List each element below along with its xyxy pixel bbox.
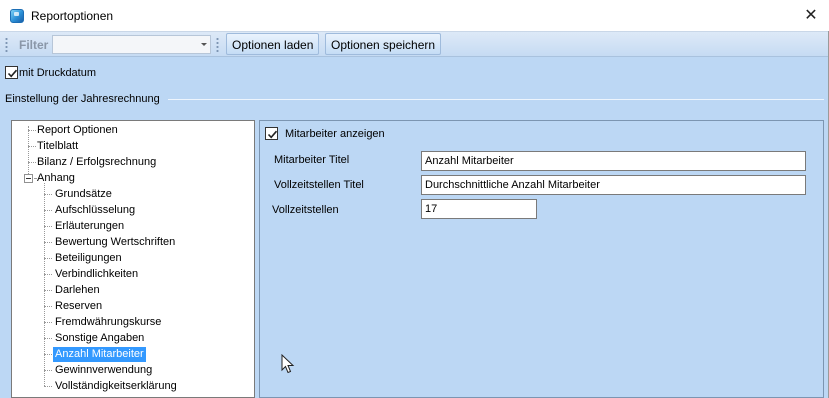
print-date-label: mit Druckdatum	[19, 67, 97, 79]
tree-connector	[44, 226, 52, 227]
tree-item-fremdwaehrungskurse[interactable]: Fremdwährungskurse	[55, 315, 161, 330]
show-employees-checkbox[interactable]	[265, 127, 278, 140]
tree-item-anhang[interactable]: Anhang	[37, 171, 75, 186]
fte-title-input[interactable]: Durchschnittliche Anzahl Mitarbeiter	[421, 175, 806, 195]
tree-connector	[44, 354, 52, 355]
filter-combobox[interactable]	[52, 35, 211, 54]
close-button[interactable]: ✕	[801, 5, 821, 25]
tree-connector	[44, 370, 52, 371]
toolbar: Filter Optionen laden Optionen speichern	[0, 31, 828, 57]
tree-connector	[28, 146, 36, 147]
fte-title-label: Vollzeitstellen Titel	[274, 179, 364, 191]
save-options-button[interactable]: Optionen speichern	[325, 33, 442, 55]
tree-item-vollstaendigkeitserklaerung[interactable]: Vollständigkeitserklärung	[55, 379, 177, 394]
report-options-dialog: Reportoptionen ✕ Filter Optionen laden O…	[0, 0, 829, 398]
show-employees-label: Mitarbeiter anzeigen	[285, 128, 385, 140]
mouse-pointer-icon	[281, 354, 295, 374]
tree-connector	[44, 194, 52, 195]
tree-item-bilanz[interactable]: Bilanz / Erfolgsrechnung	[37, 155, 156, 170]
toolbar-grip-icon[interactable]	[5, 37, 8, 52]
tree-item-report-optionen[interactable]: Report Optionen	[37, 123, 118, 138]
load-options-button[interactable]: Optionen laden	[226, 33, 320, 55]
checkmark-icon	[267, 130, 278, 139]
tree-item-sonstige-angaben[interactable]: Sonstige Angaben	[55, 331, 144, 346]
title-bar: Reportoptionen ✕	[0, 0, 829, 31]
tree-item-gewinnverwendung[interactable]: Gewinnverwendung	[55, 363, 152, 378]
chevron-down-icon[interactable]	[201, 43, 207, 46]
tree-item-anzahl-mitarbeiter[interactable]: Anzahl Mitarbeiter	[53, 347, 146, 362]
toolbar-grip-icon[interactable]	[216, 37, 219, 52]
tree-item-darlehen[interactable]: Darlehen	[55, 283, 100, 298]
tree-item-titelblatt[interactable]: Titelblatt	[37, 139, 78, 154]
tree-connector	[44, 322, 52, 323]
report-tree[interactable]: Report Optionen Titelblatt Bilanz / Erfo…	[11, 120, 255, 398]
collapse-icon[interactable]	[24, 174, 33, 183]
tree-connector	[44, 242, 52, 243]
tree-connector	[34, 178, 36, 179]
fte-label: Vollzeitstellen	[272, 204, 339, 216]
tree-connector	[28, 162, 36, 163]
group-title: Einstellung der Jahresrechnung	[5, 93, 163, 105]
tree-item-reserven[interactable]: Reserven	[55, 299, 102, 314]
filter-label: Filter	[19, 38, 49, 52]
tree-connector	[44, 338, 52, 339]
tree-item-bewertung-wertschriften[interactable]: Bewertung Wertschriften	[55, 235, 175, 250]
tree-connector	[44, 386, 52, 387]
print-date-checkbox[interactable]	[5, 66, 18, 79]
group-divider	[168, 99, 824, 100]
app-icon	[10, 9, 24, 23]
employee-title-input[interactable]: Anzahl Mitarbeiter	[421, 151, 806, 171]
tree-connector	[44, 290, 52, 291]
tree-item-verbindlichkeiten[interactable]: Verbindlichkeiten	[55, 267, 138, 282]
tree-connector	[44, 274, 52, 275]
fte-input[interactable]: 17	[421, 199, 537, 219]
employee-title-label: Mitarbeiter Titel	[274, 154, 350, 166]
detail-panel: Mitarbeiter anzeigen Mitarbeiter Titel A…	[259, 120, 824, 398]
tree-connector	[44, 258, 52, 259]
tree-connector	[28, 130, 36, 131]
checkmark-icon	[7, 69, 18, 78]
tree-connector	[44, 183, 45, 386]
tree-connector	[44, 306, 52, 307]
tree-connector	[28, 126, 29, 178]
window-title: Reportoptionen	[31, 9, 114, 23]
tree-item-aufschluesselung[interactable]: Aufschlüsselung	[55, 203, 135, 218]
tree-connector	[44, 210, 52, 211]
tree-item-beteiligungen[interactable]: Beteiligungen	[55, 251, 122, 266]
tree-item-grundsaetze[interactable]: Grundsätze	[55, 187, 112, 202]
tree-item-erlaeuterungen[interactable]: Erläuterungen	[55, 219, 124, 234]
